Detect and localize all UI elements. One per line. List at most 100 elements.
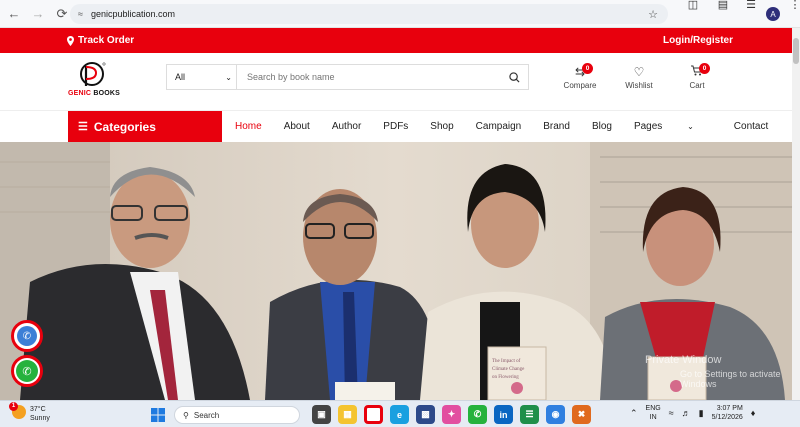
weather-temperature: 37°C: [30, 406, 46, 413]
nav-item-shop[interactable]: Shop: [430, 121, 453, 132]
clock[interactable]: 3:07 PM 5/12/2026: [712, 404, 743, 422]
speaker-icon[interactable]: ♬: [682, 408, 691, 418]
address-bar[interactable]: ≈ genicpublication.com ☆: [70, 4, 668, 24]
main-navbar: ☰ Categories Home About Author PDFs Shop…: [0, 111, 792, 142]
whatsapp-button[interactable]: ✆: [11, 355, 43, 387]
file-explorer-icon[interactable]: ▦: [338, 405, 357, 424]
search-category-select[interactable]: All ⌄: [167, 65, 237, 89]
nav-item-contact[interactable]: Contact: [734, 121, 768, 132]
site-header: GENIC BOOKS All ⌄ ⇆ 0 Compare ♡ Wishlist…: [0, 53, 792, 111]
nav-item-pdfs[interactable]: PDFs: [383, 121, 408, 132]
svg-text:Climate Change: Climate Change: [492, 367, 525, 372]
page-scrollbar[interactable]: [792, 28, 800, 400]
bookmark-star-icon[interactable]: ☆: [648, 8, 658, 21]
nav-item-author[interactable]: Author: [332, 121, 361, 132]
clock-time: 3:07 PM: [716, 405, 743, 412]
back-icon[interactable]: ←: [4, 4, 24, 24]
track-order-link[interactable]: Track Order: [66, 35, 134, 46]
battery-icon[interactable]: ▮: [699, 408, 704, 419]
language-line2: IN: [649, 414, 657, 421]
cart-icon: 0: [690, 63, 710, 81]
whatsapp-icon: ✆: [16, 360, 38, 382]
reload-icon[interactable]: ⟳: [52, 4, 72, 24]
nav-item-brand[interactable]: Brand: [543, 121, 570, 132]
compare-count-badge: 0: [582, 63, 593, 74]
cart-count-badge: 0: [699, 63, 710, 74]
chevron-down-icon: ⌄: [687, 122, 694, 131]
linkedin-icon[interactable]: in: [494, 405, 513, 424]
windows-watermark-line2: Go to Settings to activate Windows: [680, 369, 781, 389]
other-app-icon[interactable]: ✖: [572, 405, 591, 424]
compare-label: Compare: [563, 81, 597, 90]
tab-search-icon[interactable]: ☰: [740, 0, 762, 14]
clock-date: 5/12/2026: [711, 414, 743, 421]
nav-item-campaign[interactable]: Campaign: [476, 121, 522, 132]
search-category-value: All: [175, 72, 186, 82]
nav-item-home[interactable]: Home: [235, 121, 262, 132]
windows-watermark-line1: Private Window: [645, 354, 722, 366]
notes-app-icon[interactable]: ☰: [520, 405, 539, 424]
weather-widget[interactable]: 1 37°C Sunny: [9, 402, 50, 423]
taskbar-search[interactable]: ⚲ Search: [174, 406, 300, 424]
svg-text:The Impact of: The Impact of: [492, 359, 521, 364]
top-bar: Track Order Login/Register: [0, 28, 792, 53]
cart-label: Cart: [689, 81, 705, 90]
compare-icon: ⇆ 0: [573, 63, 593, 81]
windows-taskbar: 1 37°C Sunny ⚲ Search ▣ ▦ e ▩ ✦ ✆ in ☰ ◉…: [0, 400, 800, 427]
edge-icon[interactable]: e: [390, 405, 409, 424]
compare-button[interactable]: ⇆ 0 Compare: [563, 63, 597, 90]
nav-item-pages[interactable]: Pages ⌄: [634, 121, 716, 132]
wishlist-button[interactable]: ♡ Wishlist: [622, 65, 656, 90]
nav-menu: Home About Author PDFs Shop Campaign Bra…: [235, 111, 790, 142]
windows-start-icon[interactable]: [148, 405, 167, 424]
phone-icon: ✆: [17, 326, 37, 346]
search-icon: [508, 71, 520, 83]
logo-brand-left: GENIC: [68, 90, 92, 97]
language-indicator[interactable]: ENG IN: [646, 404, 661, 422]
copilot-icon[interactable]: ✦: [442, 405, 461, 424]
wishlist-label: Wishlist: [625, 81, 653, 90]
site-info-icon[interactable]: ≈: [78, 9, 83, 19]
chevron-up-icon[interactable]: ⌃: [630, 408, 638, 419]
categories-label: Categories: [93, 119, 156, 134]
hamburger-icon: ☰: [78, 121, 88, 133]
weather-condition: Sunny: [30, 415, 50, 422]
svg-text:on Flowering: on Flowering: [492, 375, 519, 380]
url-text: genicpublication.com: [90, 9, 176, 19]
chevron-down-icon: ⌄: [225, 72, 232, 82]
browser-menu-icon[interactable]: ⋮: [784, 0, 800, 14]
reading-mode-icon[interactable]: ▤: [712, 0, 734, 14]
search-button[interactable]: [500, 65, 528, 89]
chrome-icon[interactable]: [364, 405, 383, 424]
whatsapp-app-icon[interactable]: ✆: [468, 405, 487, 424]
store-icon[interactable]: ▩: [416, 405, 435, 424]
zoom-icon[interactable]: ◉: [546, 405, 565, 424]
logo-wordmark: GENIC BOOKS: [68, 90, 120, 97]
search-input[interactable]: [237, 65, 500, 89]
call-button[interactable]: ✆: [11, 320, 43, 352]
track-order-label: Track Order: [78, 35, 135, 46]
task-view-icon[interactable]: ▣: [312, 405, 331, 424]
taskbar-search-label: Search: [193, 410, 220, 420]
profile-avatar-icon[interactable]: A: [766, 7, 780, 21]
scrollbar-thumb[interactable]: [793, 38, 799, 64]
genic-books-logo[interactable]: [68, 58, 118, 104]
weather-badge: 1: [9, 402, 18, 411]
browser-toolbar: ← → ⟳ ≈ genicpublication.com ☆ ◫ ▤ ☰ A ⋮: [0, 0, 800, 28]
extensions-icon[interactable]: ◫: [682, 0, 704, 14]
categories-button[interactable]: ☰ Categories: [68, 111, 222, 142]
search-icon: ⚲: [183, 410, 189, 420]
search-bar: All ⌄: [166, 64, 529, 90]
location-pin-icon: [67, 35, 74, 46]
language-line1: ENG: [645, 405, 661, 412]
nav-item-about[interactable]: About: [284, 121, 310, 132]
login-register-link[interactable]: Login/Register: [663, 35, 733, 46]
wifi-icon[interactable]: ≈: [669, 408, 674, 418]
sun-icon: 1: [9, 402, 26, 419]
cart-button[interactable]: 0 Cart: [683, 63, 711, 90]
notification-bell-icon[interactable]: ♦: [751, 408, 756, 418]
nav-item-blog[interactable]: Blog: [592, 121, 612, 132]
heart-icon: ♡: [633, 65, 645, 79]
logo-brand-right: BOOKS: [93, 90, 120, 97]
forward-icon[interactable]: →: [28, 4, 48, 24]
